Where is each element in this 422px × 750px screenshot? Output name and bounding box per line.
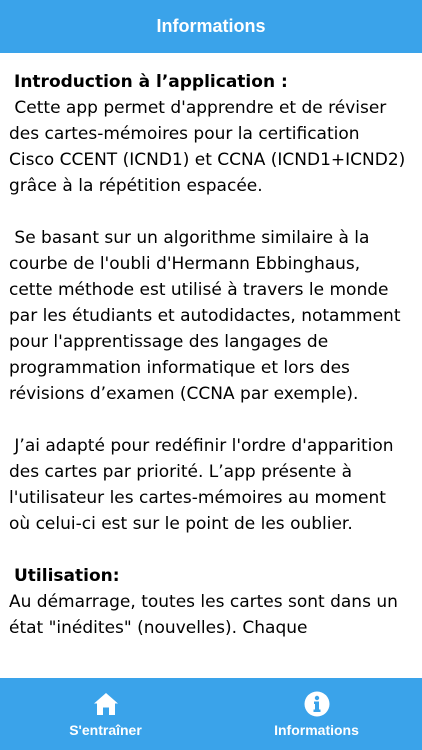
intro-heading: Introduction à l’application : — [14, 72, 288, 92]
intro-paragraph-2: Se basant sur un algorithme similaire à … — [9, 228, 406, 404]
home-icon — [92, 690, 120, 718]
tab-train[interactable]: S'entraîner — [0, 678, 211, 750]
info-icon — [303, 690, 331, 718]
tab-informations-label: Informations — [274, 722, 359, 738]
intro-paragraph-3: J’ai adapté pour redéfinir l'ordre d'app… — [9, 436, 399, 534]
info-text-container: Introduction à l’application : Cette app… — [0, 53, 422, 641]
info-scroll-view[interactable]: Introduction à l’application : Cette app… — [0, 53, 422, 678]
tab-train-label: S'entraîner — [69, 722, 142, 738]
page-title: Informations — [156, 16, 266, 36]
usage-heading: Utilisation: — [14, 566, 120, 586]
navigation-bar: Informations — [0, 0, 422, 53]
intro-paragraph-1: Cette app permet d'apprendre et de révis… — [9, 98, 411, 196]
tab-bar: S'entraîner Informations — [0, 678, 422, 750]
usage-paragraph-1: Au démarrage, toutes les cartes sont dan… — [9, 592, 404, 638]
tab-informations[interactable]: Informations — [211, 678, 422, 750]
